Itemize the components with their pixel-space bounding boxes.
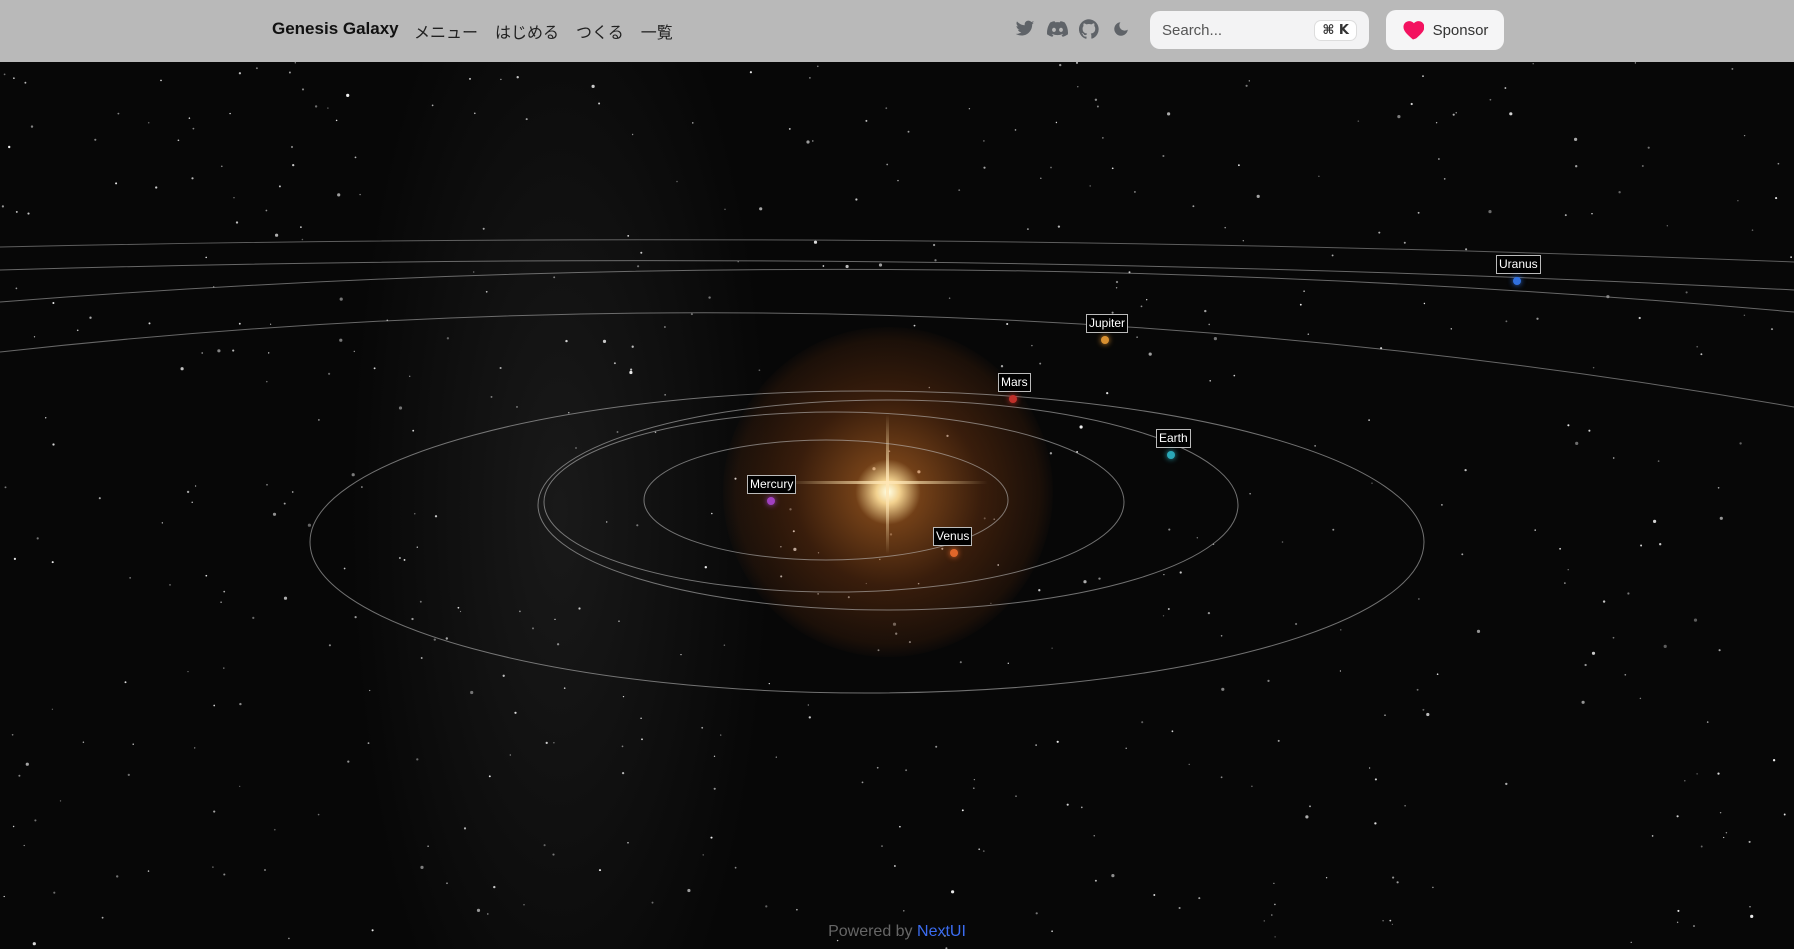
search-shortcut: ⌘ K	[1314, 19, 1357, 41]
nextui-link[interactable]: NextUI	[917, 923, 966, 940]
github-icon[interactable]	[1078, 18, 1100, 40]
planet-marker	[950, 549, 958, 557]
planet-marker	[1101, 336, 1109, 344]
social-icons	[1014, 18, 1132, 40]
brand-title[interactable]: Genesis Galaxy	[272, 19, 399, 39]
planet-label: Uranus	[1496, 255, 1541, 274]
planet-label: Earth	[1156, 429, 1191, 448]
planet-label: Mars	[998, 373, 1031, 392]
planet-label: Mercury	[747, 475, 797, 494]
planet-label: Jupiter	[1086, 314, 1129, 333]
navbar: Genesis Galaxy メニュー はじめる つくる 一覧 ⌘ K Spon…	[0, 0, 1794, 62]
search-box[interactable]: ⌘ K	[1150, 11, 1369, 49]
footer-text: Powered by	[828, 923, 913, 940]
planet-marker	[767, 497, 775, 505]
planet-marker	[1009, 395, 1017, 403]
discord-icon[interactable]	[1046, 18, 1068, 40]
search-input[interactable]	[1162, 21, 1312, 39]
nav-link-start[interactable]: はじめる	[495, 19, 559, 43]
nav-link-create[interactable]: つくる	[576, 19, 624, 43]
planet-marker	[1167, 451, 1175, 459]
footer: Powered by NextUI	[0, 923, 1794, 941]
planet-label: Venus	[933, 527, 973, 546]
nav-link-menu[interactable]: メニュー	[414, 19, 478, 43]
nav-link-list[interactable]: 一覧	[641, 19, 673, 43]
solar-system-canvas[interactable]: Mercury Venus Earth Mars Jupiter Uranus	[0, 62, 1794, 949]
planet-marker	[1513, 277, 1521, 285]
moon-icon[interactable]	[1110, 18, 1132, 40]
heart-icon	[1403, 21, 1424, 40]
nav-links: メニュー はじめる つくる 一覧	[414, 19, 673, 43]
sponsor-button[interactable]: Sponsor	[1386, 10, 1504, 50]
sponsor-label: Sponsor	[1432, 21, 1489, 39]
twitter-icon[interactable]	[1014, 18, 1036, 40]
orbit-lines	[0, 239, 1794, 694]
